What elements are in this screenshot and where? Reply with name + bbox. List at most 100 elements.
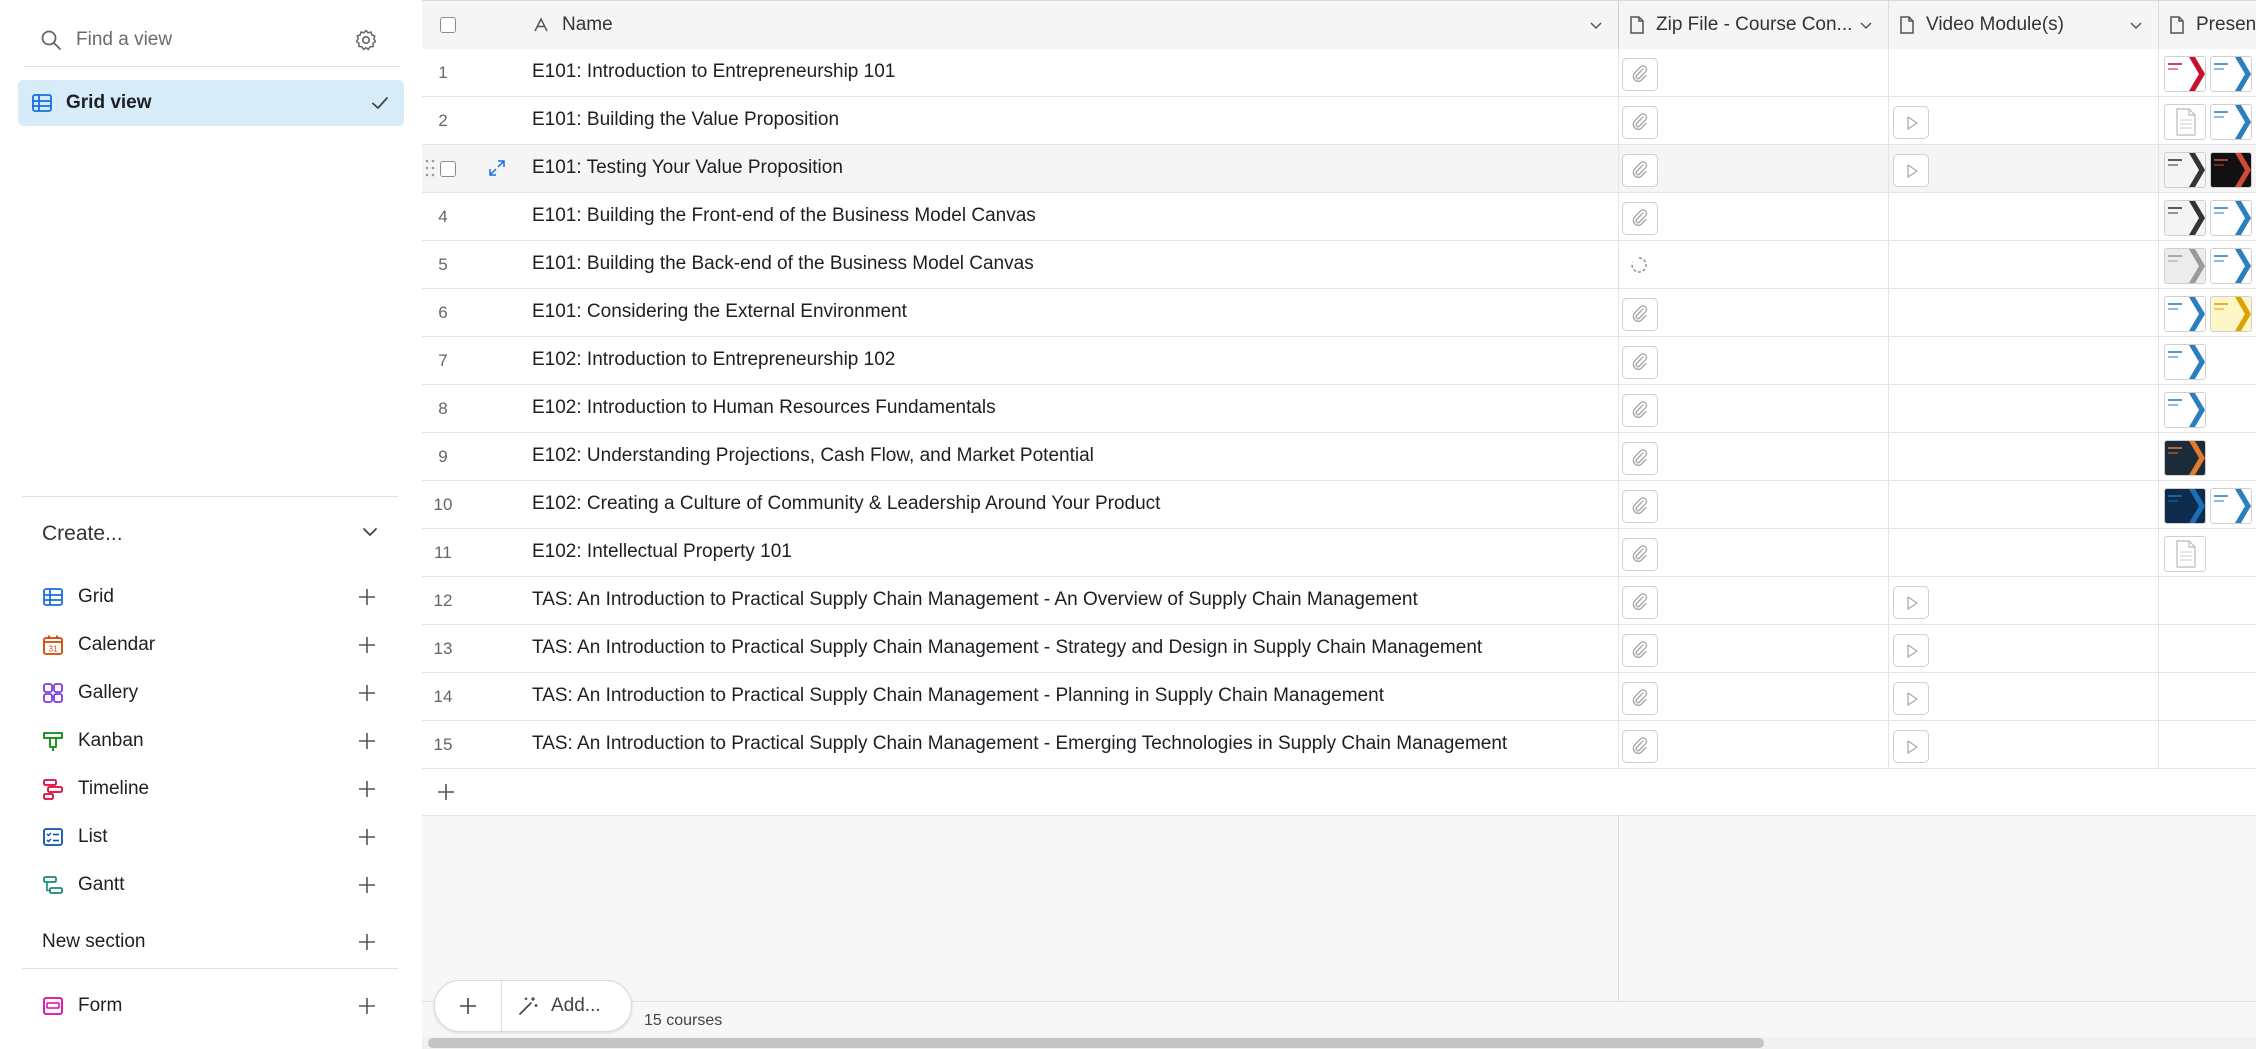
table-row[interactable]: 12 TAS: An Introduction to Practical Supp… <box>422 577 2256 625</box>
add-record-button[interactable] <box>435 981 502 1031</box>
table-row[interactable]: E101: Testing Your Value Proposition <box>422 145 2256 193</box>
new-section-item[interactable]: New section <box>42 922 382 962</box>
course-name-cell[interactable]: E101: Introduction to Entrepreneurship 1… <box>532 61 895 83</box>
course-name-cell[interactable]: TAS: An Introduction to Practical Supply… <box>532 589 1418 611</box>
plus-icon[interactable] <box>356 730 378 752</box>
table-row[interactable]: 14 TAS: An Introduction to Practical Supp… <box>422 673 2256 721</box>
course-name-cell[interactable]: E101: Testing Your Value Proposition <box>532 157 843 179</box>
presentation-thumbnail[interactable] <box>2164 248 2206 284</box>
plus-icon[interactable] <box>356 995 378 1017</box>
video-attachment-button[interactable] <box>1893 586 1929 619</box>
presentation-thumbnail[interactable] <box>2210 200 2252 236</box>
expand-record-icon[interactable] <box>488 159 506 177</box>
course-name-cell[interactable]: E101: Building the Front-end of the Busi… <box>532 205 1036 227</box>
plus-icon[interactable] <box>356 682 378 704</box>
table-row[interactable]: 2 E101: Building the Value Proposition <box>422 97 2256 145</box>
attachment-button[interactable] <box>1622 442 1658 475</box>
row-checkbox[interactable] <box>440 161 456 177</box>
presentation-thumbnail[interactable] <box>2164 392 2206 428</box>
attachment-button[interactable] <box>1622 730 1658 763</box>
course-name-cell[interactable]: TAS: An Introduction to Practical Supply… <box>532 685 1384 707</box>
create-gallery-item[interactable]: Gallery <box>42 672 382 712</box>
select-all-checkbox[interactable] <box>440 17 456 33</box>
presentation-thumbnail[interactable] <box>2210 248 2252 284</box>
presentation-thumbnail[interactable] <box>2210 488 2252 524</box>
table-row[interactable]: 13 TAS: An Introduction to Practical Supp… <box>422 625 2256 673</box>
course-name-cell[interactable]: E102: Creating a Culture of Community & … <box>532 493 1160 515</box>
add-with-ai-button[interactable]: Add... <box>501 981 631 1031</box>
presentation-thumbnail[interactable] <box>2164 440 2206 476</box>
attachment-button[interactable] <box>1622 394 1658 427</box>
plus-icon[interactable] <box>356 826 378 848</box>
table-row[interactable]: 5 E101: Building the Back-end of the Busi… <box>422 241 2256 289</box>
plus-icon[interactable] <box>356 931 378 953</box>
table-row[interactable]: 4 E101: Building the Front-end of the Bus… <box>422 193 2256 241</box>
attachment-button[interactable] <box>1622 202 1658 235</box>
presentation-thumbnail[interactable] <box>2164 200 2206 236</box>
plus-icon[interactable] <box>356 874 378 896</box>
course-name-cell[interactable]: TAS: An Introduction to Practical Supply… <box>532 637 1482 659</box>
presentation-thumbnail[interactable] <box>2210 56 2252 92</box>
attachment-button[interactable] <box>1622 346 1658 379</box>
presentation-thumbnail[interactable] <box>2164 56 2206 92</box>
plus-icon[interactable] <box>356 778 378 800</box>
table-row[interactable]: 8 E102: Introduction to Human Resources F… <box>422 385 2256 433</box>
course-name-cell[interactable]: TAS: An Introduction to Practical Supply… <box>532 733 1507 755</box>
video-attachment-button[interactable] <box>1893 682 1929 715</box>
create-form-item[interactable]: Form <box>42 985 382 1025</box>
plus-icon[interactable] <box>356 634 378 656</box>
video-attachment-button[interactable] <box>1893 730 1929 763</box>
presentation-thumbnail[interactable] <box>2210 152 2252 188</box>
chevron-down-icon[interactable] <box>1858 17 1874 33</box>
course-name-cell[interactable]: E102: Intellectual Property 101 <box>532 541 792 563</box>
gear-icon[interactable] <box>354 28 378 52</box>
course-name-cell[interactable]: E101: Building the Value Proposition <box>532 109 839 131</box>
presentation-thumbnail[interactable] <box>2164 104 2206 140</box>
attachment-button[interactable] <box>1622 106 1658 139</box>
plus-icon[interactable] <box>356 586 378 608</box>
presentation-thumbnail[interactable] <box>2164 344 2206 380</box>
presentation-thumbnail[interactable] <box>2164 296 2206 332</box>
add-record-row[interactable] <box>422 769 1618 816</box>
course-name-cell[interactable]: E102: Introduction to Human Resources Fu… <box>532 397 996 419</box>
attachment-button[interactable] <box>1622 682 1658 715</box>
create-grid-item[interactable]: Grid <box>42 576 382 616</box>
presentation-thumbnail[interactable] <box>2210 104 2252 140</box>
presentation-thumbnail[interactable] <box>2164 152 2206 188</box>
view-item-grid-view[interactable]: Grid view <box>18 80 404 126</box>
video-attachment-button[interactable] <box>1893 154 1929 187</box>
table-row[interactable]: 11 E102: Intellectual Property 101 <box>422 529 2256 577</box>
create-gantt-item[interactable]: Gantt <box>42 864 382 904</box>
table-row[interactable]: 15 TAS: An Introduction to Practical Supp… <box>422 721 2256 769</box>
course-name-cell[interactable]: E101: Considering the External Environme… <box>532 301 907 323</box>
table-row[interactable]: 10 E102: Creating a Culture of Community … <box>422 481 2256 529</box>
attachment-button[interactable] <box>1622 490 1658 523</box>
table-row[interactable]: 7 E102: Introduction to Entrepreneurship … <box>422 337 2256 385</box>
create-kanban-item[interactable]: Kanban <box>42 720 382 760</box>
attachment-button[interactable] <box>1622 586 1658 619</box>
create-list-item[interactable]: List <box>42 816 382 856</box>
horizontal-scrollbar-thumb[interactable] <box>428 1038 1764 1048</box>
header-presentation-cell[interactable]: Presen <box>2158 1 2256 49</box>
course-name-cell[interactable]: E101: Building the Back-end of the Busin… <box>532 253 1034 275</box>
create-timeline-item[interactable]: Timeline <box>42 768 382 808</box>
attachment-button[interactable] <box>1622 58 1658 91</box>
table-row[interactable]: 9 E102: Understanding Projections, Cash F… <box>422 433 2256 481</box>
attachment-button[interactable] <box>1622 298 1658 331</box>
create-section-title[interactable]: Create... <box>42 522 123 546</box>
attachment-button[interactable] <box>1622 538 1658 571</box>
table-row[interactable]: 1 E101: Introduction to Entrepreneurship … <box>422 49 2256 97</box>
plus-icon[interactable] <box>436 782 456 802</box>
presentation-thumbnail[interactable] <box>2164 488 2206 524</box>
chevron-down-icon[interactable] <box>2128 17 2144 33</box>
chevron-down-icon[interactable] <box>1588 17 1604 33</box>
header-name-cell[interactable]: Name <box>422 1 1619 49</box>
course-name-cell[interactable]: E102: Introduction to Entrepreneurship 1… <box>532 349 895 371</box>
header-video-module-cell[interactable]: Video Module(s) <box>1888 1 2159 49</box>
drag-handle-icon[interactable] <box>424 157 436 179</box>
header-zip-file-cell[interactable]: Zip File - Course Con... <box>1618 1 1889 49</box>
attachment-button[interactable] <box>1622 634 1658 667</box>
chevron-down-icon[interactable] <box>360 522 380 542</box>
presentation-thumbnail[interactable] <box>2210 296 2252 332</box>
attachment-button[interactable] <box>1622 154 1658 187</box>
